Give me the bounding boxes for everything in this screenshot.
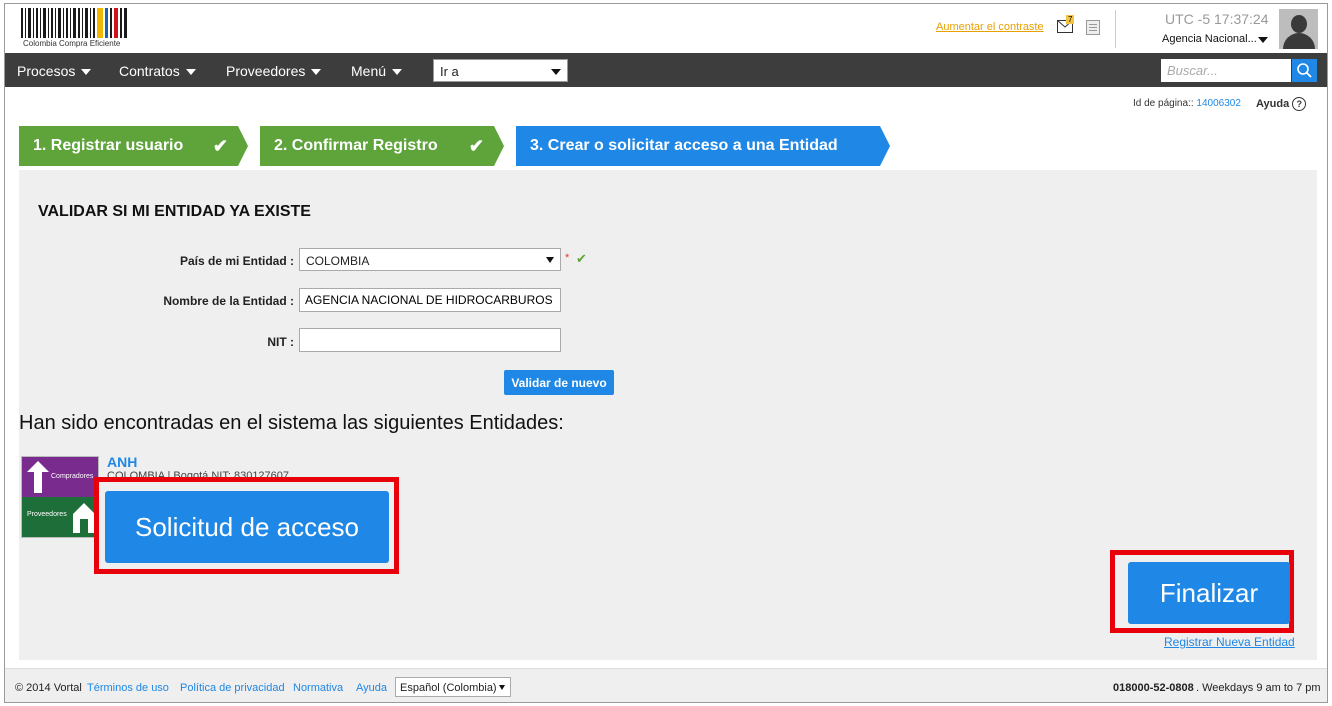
chevron-down-icon[interactable] [1258, 37, 1268, 43]
chevron-down-icon [499, 685, 505, 690]
request-access-button[interactable]: Solicitud de acceso [105, 491, 389, 563]
header-divider [1115, 10, 1116, 48]
top-header: Colombia Compra Eficiente Aumentar el co… [5, 4, 1327, 53]
increase-contrast-link[interactable]: Aumentar el contraste [936, 21, 1044, 33]
user-icon [1291, 15, 1307, 33]
footer-link-help[interactable]: Ayuda [356, 682, 387, 694]
valid-check-icon: ✔ [576, 251, 587, 266]
footer-link-privacy[interactable]: Política de privacidad [180, 682, 285, 694]
entity-name-field[interactable] [299, 288, 561, 312]
search-button[interactable] [1292, 59, 1317, 82]
copyright: © 2014 Vortal [15, 682, 82, 694]
footer-link-normativa[interactable]: Normativa [293, 682, 343, 694]
step-confirmar-registro[interactable]: 2. Confirmar Registro ✔ [260, 126, 504, 166]
colombia-compra-logo[interactable]: Colombia Compra Eficiente [21, 8, 133, 48]
app-window: Colombia Compra Eficiente Aumentar el co… [4, 3, 1328, 703]
step-crear-entidad[interactable]: 3. Crear o solicitar acceso a una Entida… [516, 126, 890, 166]
validate-again-button[interactable]: Validar de nuevo [504, 370, 614, 395]
entity-name-link[interactable]: ANH [107, 454, 137, 470]
checkmark-icon: ✔ [468, 136, 484, 156]
compradores-label: Compradores [51, 473, 94, 480]
chevron-down-icon [546, 257, 554, 263]
nav-item-proveedores[interactable]: Proveedores [226, 63, 322, 79]
arrow-up-icon [27, 461, 49, 493]
chevron-down-icon [81, 69, 92, 76]
clock: UTC -5 17:37:24 [1165, 11, 1269, 27]
nav-item-procesos[interactable]: Procesos [17, 63, 92, 79]
finish-button[interactable]: Finalizar [1128, 562, 1290, 624]
support-hours: . Weekdays 9 am to 7 pm [1196, 682, 1321, 694]
goto-select[interactable]: Ir a [433, 59, 568, 82]
chevron-down-icon [392, 69, 403, 76]
results-heading: Han sido encontradas en el sistema las s… [19, 412, 564, 434]
house-icon [73, 503, 95, 533]
support-phone: 018000-52-0808 [1113, 682, 1194, 694]
entity-name-label: Nombre de la Entidad : [163, 294, 294, 308]
barcode-logo-icon [21, 8, 129, 38]
country-label: País de mi Entidad : [179, 254, 294, 268]
register-new-entity-link[interactable]: Registrar Nueva Entidad [1164, 635, 1295, 649]
page-id: Id de página:: 14006302 [1133, 98, 1241, 109]
nit-label: NIT : [267, 335, 294, 349]
nit-field[interactable] [299, 328, 561, 352]
agency-selector[interactable]: Agencia Nacional... [1162, 33, 1257, 45]
nav-item-menu[interactable]: Menú [351, 63, 403, 79]
proveedores-label: Proveedores [27, 511, 67, 518]
main-nav: Procesos Contratos Proveedores Menú Ir a [5, 53, 1327, 87]
search-input[interactable] [1161, 59, 1291, 82]
help-link[interactable]: Ayuda? [1256, 97, 1307, 111]
logo-text: Colombia Compra Eficiente [23, 39, 121, 48]
chevron-down-icon [551, 69, 561, 75]
footer-link-terms[interactable]: Términos de uso [87, 682, 169, 694]
chevron-down-icon [185, 69, 196, 76]
step-registrar-usuario[interactable]: 1. Registrar usuario ✔ [19, 126, 248, 166]
country-select[interactable]: COLOMBIA [299, 248, 561, 271]
section-title: VALIDAR SI MI ENTIDAD YA EXISTE [38, 203, 311, 220]
chevron-down-icon [311, 69, 322, 76]
language-select[interactable]: Español (Colombia) [395, 677, 511, 697]
document-icon[interactable] [1086, 20, 1100, 35]
footer: © 2014 Vortal Términos de uso Política d… [5, 668, 1327, 702]
entity-logo[interactable]: Compradores Proveedores [21, 456, 99, 538]
checkmark-icon: ✔ [212, 136, 228, 156]
nav-item-contratos[interactable]: Contratos [119, 63, 196, 79]
page-id-link[interactable]: 14006302 [1196, 98, 1241, 109]
help-icon: ? [1292, 97, 1307, 111]
search-icon [1297, 63, 1312, 78]
required-marker: * [565, 252, 570, 264]
main-panel: VALIDAR SI MI ENTIDAD YA EXISTE País de … [19, 170, 1317, 660]
mail-count-badge: 7 [1066, 15, 1075, 24]
avatar[interactable] [1279, 9, 1318, 49]
